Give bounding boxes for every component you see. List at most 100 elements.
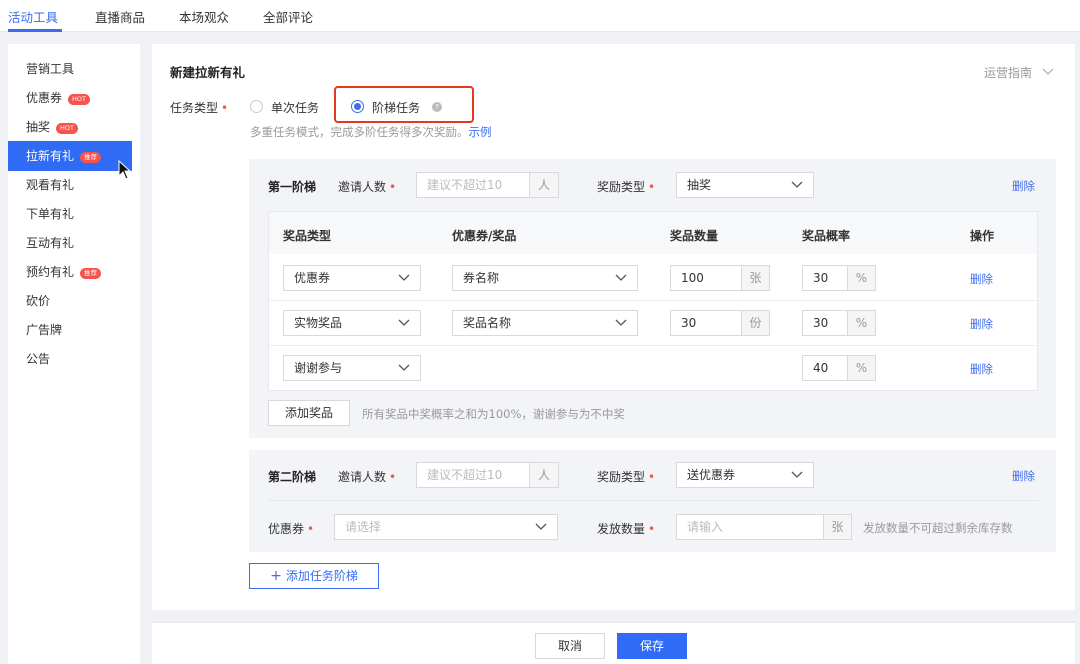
tier-2-invite-input[interactable]: 建议不超过10: [416, 462, 530, 488]
tier-1-invite-input[interactable]: 建议不超过10: [416, 172, 530, 198]
guide-label: 运营指南: [984, 66, 1033, 80]
chevron-down-icon: [615, 319, 627, 326]
invite-unit: 人: [530, 462, 559, 488]
sidebar-item-label: 公告: [26, 352, 51, 366]
prize-probability-input[interactable]: 30: [802, 265, 848, 291]
recommend-badge: 推荐: [80, 152, 102, 163]
chevron-down-icon: [615, 274, 627, 281]
invite-unit: 人: [530, 172, 559, 198]
reward-type-label: 奖励类型 •: [597, 180, 656, 194]
tier-1-reward-type-select[interactable]: 抽奖: [676, 172, 814, 198]
page-title: 新建拉新有礼: [170, 65, 246, 80]
sidebar-item-interact-gift[interactable]: 互动有礼: [8, 228, 132, 258]
prize-probability-input[interactable]: 40: [802, 355, 848, 381]
sidebar-item-label: 观看有礼: [26, 178, 75, 192]
highlight-box: [334, 86, 474, 123]
sidebar-item-referral-gift[interactable]: 拉新有礼 推荐: [8, 141, 132, 171]
example-link[interactable]: 示例: [469, 125, 492, 139]
coupon-label: 优惠券 •: [268, 522, 315, 536]
cancel-button[interactable]: 取消: [535, 633, 605, 659]
issue-quantity-input[interactable]: 请输入: [676, 514, 824, 540]
top-tab-bar: [0, 0, 1080, 32]
radio-single-task[interactable]: [250, 100, 263, 113]
hot-badge: HOT: [56, 123, 78, 134]
percent-unit: %: [848, 265, 876, 291]
chevron-down-icon: [791, 181, 803, 188]
sidebar-item-label: 广告牌: [26, 323, 63, 337]
sidebar-item-label: 拉新有礼: [26, 149, 75, 163]
footer-bar: [152, 622, 1075, 664]
row-divider: [269, 345, 1037, 346]
task-type-label: 任务类型 •: [170, 101, 229, 115]
chevron-down-icon: [398, 319, 410, 326]
sidebar-item-label: 营销工具: [26, 62, 75, 76]
invite-count-label: 邀请人数 •: [338, 180, 397, 194]
prize-type-select[interactable]: 优惠券: [283, 265, 421, 291]
sidebar-item-marketing-tools[interactable]: 营销工具: [8, 54, 132, 84]
chevron-down-icon: [1042, 68, 1054, 75]
quantity-unit: 张: [742, 265, 770, 291]
percent-unit: %: [848, 355, 876, 381]
tab-activity-tools[interactable]: 活动工具: [8, 7, 58, 26]
row-delete-link[interactable]: 删除: [970, 316, 993, 332]
sidebar-item-billboard[interactable]: 广告牌: [8, 315, 132, 345]
prize-quantity-input[interactable]: 30: [670, 310, 742, 336]
sidebar-item-watch-gift[interactable]: 观看有礼: [8, 170, 132, 200]
tier-2-divider: [268, 500, 1038, 501]
tier-1-delete-link[interactable]: 删除: [1012, 178, 1035, 194]
prize-type-select[interactable]: 实物奖品: [283, 310, 421, 336]
chevron-down-icon: [398, 274, 410, 281]
tab-comments[interactable]: 全部评论: [263, 7, 313, 26]
sidebar-item-lottery[interactable]: 抽奖 HOT: [8, 112, 132, 142]
tab-live-products[interactable]: 直播商品: [95, 7, 145, 26]
hot-badge: HOT: [68, 94, 90, 105]
sidebar-item-order-gift[interactable]: 下单有礼: [8, 199, 132, 229]
save-button[interactable]: 保存: [617, 633, 687, 659]
column-header: 奖品概率: [802, 229, 851, 243]
plus-icon: +: [270, 568, 282, 584]
tier-2-delete-link[interactable]: 删除: [1012, 468, 1035, 484]
sidebar-item-label: 优惠券: [26, 91, 63, 105]
tier-2-reward-type-select[interactable]: 送优惠券: [676, 462, 814, 488]
sidebar-item-reserve-gift[interactable]: 预约有礼 推荐: [8, 257, 132, 287]
operation-guide-toggle[interactable]: 运营指南: [984, 64, 1054, 81]
column-header: 优惠券/奖品: [452, 229, 517, 243]
sidebar-item-label: 预约有礼: [26, 265, 75, 279]
column-header: 操作: [970, 229, 995, 243]
prize-quantity-input[interactable]: 100: [670, 265, 742, 291]
sidebar-item-notice[interactable]: 公告: [8, 344, 132, 374]
column-header: 奖品类型: [283, 229, 332, 243]
add-prize-hint: 所有奖品中奖概率之和为100%，谢谢参与为不中奖: [362, 407, 625, 421]
sidebar-item-label: 抽奖: [26, 120, 51, 134]
row-delete-link[interactable]: 删除: [970, 271, 993, 287]
prize-table-header: [269, 212, 1037, 254]
single-task-label[interactable]: 单次任务: [271, 99, 319, 116]
prize-probability-input[interactable]: 30: [802, 310, 848, 336]
task-description: 多重任务模式，完成多阶任务得多次奖励。示例: [250, 125, 492, 139]
issue-quantity-label: 发放数量 •: [597, 522, 656, 536]
issue-quantity-hint: 发放数量不可超过剩余库存数: [863, 521, 1013, 535]
sidebar-item-label: 砍价: [26, 294, 51, 308]
column-header: 奖品数量: [670, 229, 719, 243]
add-prize-button[interactable]: 添加奖品: [268, 400, 350, 426]
prize-select[interactable]: 奖品名称: [452, 310, 638, 336]
tier-1-title: 第一阶梯: [268, 180, 317, 194]
percent-unit: %: [848, 310, 876, 336]
sidebar-item-coupon[interactable]: 优惠券 HOT: [8, 83, 132, 113]
tier-2-title: 第二阶梯: [268, 470, 317, 484]
tab-audience[interactable]: 本场观众: [179, 7, 229, 26]
chevron-down-icon: [791, 471, 803, 478]
sidebar-item-label: 互动有礼: [26, 236, 75, 250]
sidebar-item-bargain[interactable]: 砍价: [8, 286, 132, 316]
row-delete-link[interactable]: 删除: [970, 361, 993, 377]
row-divider: [269, 300, 1037, 301]
prize-select[interactable]: 券名称: [452, 265, 638, 291]
chevron-down-icon: [535, 523, 547, 530]
chevron-down-icon: [398, 364, 410, 371]
coupon-select[interactable]: 请选择: [334, 514, 558, 540]
prize-type-select[interactable]: 谢谢参与: [283, 355, 421, 381]
add-tier-button[interactable]: + 添加任务阶梯: [249, 563, 379, 589]
mouse-cursor-icon: [118, 160, 132, 180]
issue-quantity-unit: 张: [824, 514, 852, 540]
add-tier-label: 添加任务阶梯: [285, 569, 358, 583]
